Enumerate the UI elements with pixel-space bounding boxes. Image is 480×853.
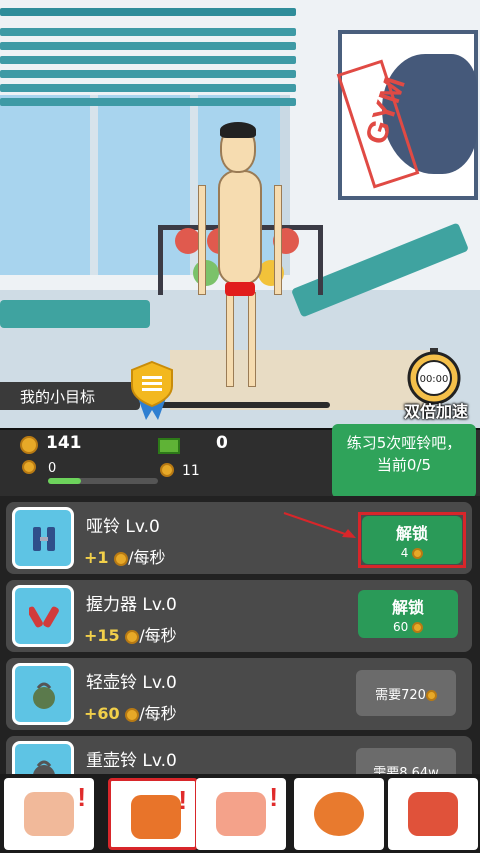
equipment-name: 轻壶铃 Lv.0 — [86, 673, 177, 693]
coin-icon — [20, 436, 38, 454]
tab-sports[interactable] — [294, 778, 384, 850]
dumbbell-icon — [131, 795, 181, 839]
tab-workout[interactable]: ! — [4, 778, 94, 850]
character-left-leg — [226, 292, 234, 387]
stopwatch-icon[interactable]: 00:00 — [406, 348, 462, 404]
rug — [170, 350, 430, 410]
alert-badge: ! — [77, 782, 86, 812]
medal-icon[interactable] — [128, 360, 176, 420]
goal-label[interactable]: 我的小目标 — [0, 382, 140, 410]
bench-left — [0, 300, 150, 328]
equipment-rate: +15 /每秒 — [84, 626, 177, 645]
jersey-icon — [408, 792, 458, 836]
window-blinds — [0, 8, 302, 108]
equipment-name: 重壶铃 Lv.0 — [86, 751, 177, 771]
equipment-rate: +1 /每秒 — [84, 548, 166, 567]
character-body[interactable] — [218, 170, 262, 285]
alert-badge: ! — [178, 785, 187, 815]
equipment-row-dumbbell[interactable]: 哑铃 Lv.0 +1 /每秒 解锁 4 — [6, 502, 472, 574]
tutorial-highlight — [358, 512, 466, 568]
coin-rate: 0 — [48, 461, 57, 476]
character-shorts — [225, 282, 255, 296]
tab-muscle[interactable]: ! — [196, 778, 286, 850]
double-speed-label[interactable]: 双倍加速 — [392, 398, 480, 422]
cash-rate: 11 — [182, 463, 200, 479]
basketball-icon — [314, 792, 364, 836]
equipment-name: 哑铃 Lv.0 — [86, 517, 160, 537]
tab-equipment[interactable]: ! — [108, 778, 198, 850]
locked-requirement-button[interactable]: 需要720 — [356, 670, 456, 716]
character-left-arm — [198, 185, 206, 295]
bottom-nav: ! ! ! — [0, 774, 480, 853]
tutorial-arrow-icon — [283, 512, 356, 538]
xp-progress-bar — [48, 478, 158, 484]
equipment-row-grip[interactable]: 握力器 Lv.0 +15 /每秒 解锁 60 — [6, 580, 472, 652]
equipment-list: 哑铃 Lv.0 +1 /每秒 解锁 4 握力器 Lv.0 +15 /每秒 解锁 … — [0, 496, 480, 774]
equipment-name: 握力器 Lv.0 — [86, 595, 177, 615]
gym-scene: GYM 我的小目标 00:00 双倍加速 — [0, 0, 480, 430]
hint-line-2: 当前0/5 — [376, 456, 432, 474]
cash-count: 0 — [216, 433, 228, 453]
gym-poster: GYM — [336, 30, 478, 200]
alert-badge: ! — [269, 782, 278, 812]
hand-gripper-icon — [12, 585, 74, 647]
equipment-row-heavy-kettlebell[interactable]: 重壶铃 Lv.0 需要8.64w — [6, 736, 472, 774]
locked-requirement-button[interactable]: 需要8.64w — [356, 748, 456, 774]
kettlebell-icon — [12, 741, 74, 774]
character-right-leg — [248, 292, 256, 387]
hint-line-1: 练习5次哑铃吧， — [346, 434, 462, 452]
cash-icon — [158, 438, 180, 454]
unlock-button[interactable]: 解锁 60 — [358, 590, 458, 638]
equipment-rate: +60 /每秒 — [84, 704, 177, 723]
timer-text: 00:00 — [420, 374, 449, 385]
equipment-row-light-kettlebell[interactable]: 轻壶铃 Lv.0 +60 /每秒 需要720 — [6, 658, 472, 730]
hint-tooltip: 练习5次哑铃吧， 当前0/5 — [332, 424, 476, 508]
bodybuilder-icon — [24, 792, 74, 836]
character-hair — [220, 122, 256, 138]
character-right-arm — [274, 185, 282, 295]
flexed-arm-icon — [216, 792, 266, 836]
tab-outfit[interactable] — [388, 778, 478, 850]
goal-progress-bar — [150, 402, 330, 408]
dumbbell-icon — [12, 507, 74, 569]
coin-count: 141 — [46, 433, 82, 453]
coin-rate-icon — [22, 460, 36, 474]
kettlebell-icon — [12, 663, 74, 725]
cash-rate-icon — [160, 463, 174, 477]
